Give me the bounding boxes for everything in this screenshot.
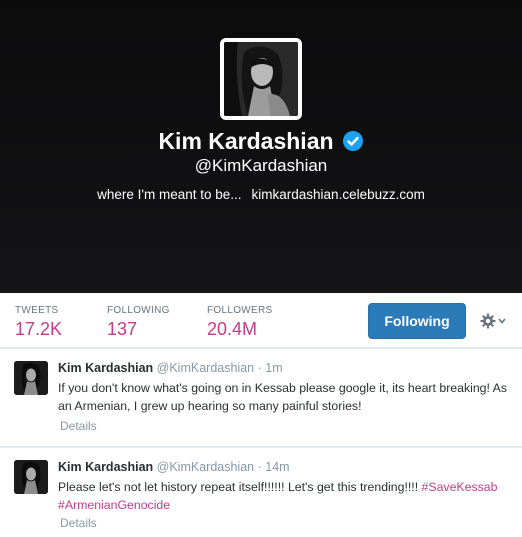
following-stat-value: 137 xyxy=(107,319,138,339)
tweet-header: Kim Kardashian @KimKardashian · 1m xyxy=(58,361,283,375)
tweet-avatar[interactable] xyxy=(14,460,48,494)
avatar-image xyxy=(14,361,48,395)
tweets-stat[interactable]: TWEETS 17.2K xyxy=(15,305,62,340)
tweet-text: If you don't know what's going on in Kes… xyxy=(58,381,508,413)
tweet-author-name[interactable]: Kim Kardashian xyxy=(58,460,153,474)
profile-header: Kim Kardashian @KimKardashian where I'm … xyxy=(0,0,522,293)
tweet-item[interactable]: Kim Kardashian @KimKardashian · 1m If yo… xyxy=(0,349,522,447)
tweet-details-link[interactable]: Details xyxy=(60,516,97,530)
tweets-stat-label: TWEETS xyxy=(15,305,59,316)
tweet-timestamp[interactable]: 1m xyxy=(265,361,282,375)
profile-handle: @KimKardashian xyxy=(194,156,328,175)
settings-dropdown-button[interactable] xyxy=(476,309,510,333)
tweet-details-link[interactable]: Details xyxy=(60,419,97,433)
profile-bio: where I'm meant to be... xyxy=(97,187,242,202)
tweet-item[interactable]: Kim Kardashian @KimKardashian · 14m Plea… xyxy=(0,448,522,537)
tweet-text-body: Please let's not let history repeat itse… xyxy=(58,480,419,494)
profile-website-link[interactable]: kimkardashian.celebuzz.com xyxy=(252,187,425,202)
hashtag-link[interactable]: #SaveKessab xyxy=(422,480,498,494)
chevron-down-icon xyxy=(498,318,506,324)
profile-bio-row: where I'm meant to be... kimkardashian.c… xyxy=(0,187,522,202)
tweet-avatar[interactable] xyxy=(14,361,48,395)
tweet-author-name[interactable]: Kim Kardashian xyxy=(58,361,153,375)
followers-stat-value: 20.4M xyxy=(207,319,258,339)
followers-stat-label: FOLLOWERS xyxy=(207,305,273,316)
profile-photo xyxy=(224,42,298,116)
verified-badge-icon xyxy=(342,131,363,151)
tweet-header: Kim Kardashian @KimKardashian · 14m xyxy=(58,460,290,474)
tweet-timestamp[interactable]: 14m xyxy=(265,460,289,474)
tweet-text: Please let's not let history repeat itse… xyxy=(58,478,514,514)
profile-avatar[interactable] xyxy=(220,38,302,120)
tweets-stat-value: 17.2K xyxy=(15,319,63,339)
tweet-author-handle[interactable]: @KimKardashian xyxy=(157,460,254,474)
following-stat-label: FOLLOWING xyxy=(107,305,170,316)
following-stat[interactable]: FOLLOWING 137 xyxy=(107,305,170,340)
tweet-author-handle[interactable]: @KimKardashian xyxy=(157,361,254,375)
followers-stat[interactable]: FOLLOWERS 20.4M xyxy=(207,305,273,340)
profile-name[interactable]: Kim Kardashian xyxy=(158,128,333,155)
gear-icon xyxy=(480,313,496,329)
avatar-image xyxy=(14,460,48,494)
profile-stats-bar: TWEETS 17.2K FOLLOWING 137 FOLLOWERS 20.… xyxy=(0,293,522,348)
following-button[interactable]: Following xyxy=(368,303,466,339)
profile-name-row: Kim Kardashian xyxy=(0,126,522,156)
hashtag-link[interactable]: #ArmenianGenocide xyxy=(58,498,170,512)
